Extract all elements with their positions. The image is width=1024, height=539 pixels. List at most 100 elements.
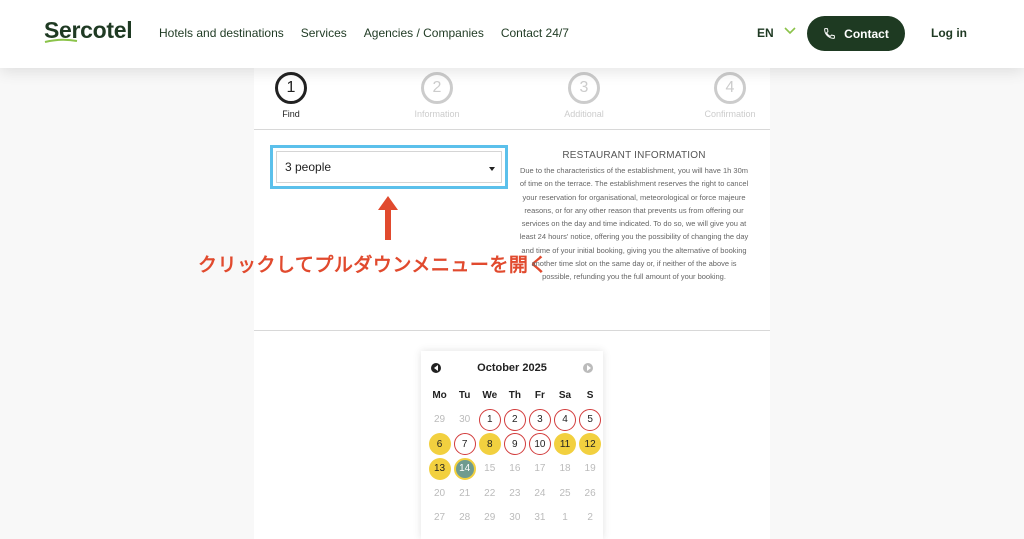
calendar-day-number: 11	[554, 433, 577, 456]
nav-contact-24-7[interactable]: Contact 24/7	[501, 26, 569, 40]
step-confirmation: 4 Confirmation	[695, 72, 765, 119]
calendar-day-number: 5	[579, 408, 602, 431]
calendar-header: October 2025	[427, 359, 597, 377]
calendar-day-number: 22	[484, 487, 496, 499]
calendar-day-number: 21	[459, 487, 471, 499]
calendar-day-number: 7	[453, 433, 476, 456]
step-number: 1	[275, 72, 307, 104]
contact-button[interactable]: Contact	[807, 16, 905, 51]
calendar-day: 19	[578, 457, 603, 482]
calendar-day: 20	[427, 481, 452, 506]
weekday-header: Sa	[558, 389, 572, 401]
calendar-day: 15	[477, 457, 502, 482]
calendar-day[interactable]: 7	[452, 432, 477, 457]
calendar-day[interactable]: 13	[427, 457, 452, 482]
step-additional: 3 Additional	[549, 72, 619, 119]
calendar-day-number: 14	[453, 457, 476, 480]
calendar-day: 17	[527, 457, 552, 482]
calendar-day-number: 27	[433, 512, 446, 524]
calendar-day: 18	[552, 457, 577, 482]
nav-services[interactable]: Services	[301, 26, 347, 40]
calendar-day[interactable]: 12	[578, 432, 603, 457]
login-link[interactable]: Log in	[931, 26, 967, 40]
calendar-day: 22	[477, 481, 502, 506]
calendar-day[interactable]: 9	[502, 432, 527, 457]
calendar-day[interactable]: 6	[427, 432, 452, 457]
calendar-day: 23	[502, 481, 527, 506]
calendar-day[interactable]: 14	[452, 457, 477, 482]
calendar-day-number: 1	[478, 408, 501, 431]
calendar-day-number: 15	[484, 463, 496, 475]
caret-down-icon	[489, 167, 495, 171]
weekday-header: Fr	[534, 389, 545, 401]
chevron-down-icon[interactable]	[784, 27, 796, 35]
calendar-day[interactable]: 3	[527, 408, 552, 433]
booking-panel: 1 Find 2 Information 3 Additional 4 Conf…	[198, 68, 770, 539]
calendar-day-number: 10	[528, 433, 551, 456]
calendar-day: 25	[552, 481, 577, 506]
calendar-day[interactable]: 4	[552, 408, 577, 433]
calendar-day-number: 25	[559, 487, 571, 499]
instruction-annotation: クリックしてプルダウンメニューを開く	[198, 255, 548, 276]
date-calendar: October 2025 Mo Tu We Th Fr Sa S 29 30 1 2 3 4 5 6 7 8 9 1…	[421, 351, 603, 539]
step-label: Additional	[564, 109, 604, 119]
calendar-day-number: 2	[503, 408, 526, 431]
site-header: Sercotel Hotels and destinations Service…	[0, 0, 1024, 68]
calendar-day[interactable]: 11	[552, 432, 577, 457]
calendar-day: 29	[427, 408, 452, 433]
prev-month-icon[interactable]	[431, 363, 441, 373]
calendar-day-number: 26	[584, 487, 596, 499]
step-label: Information	[414, 109, 460, 119]
calendar-day[interactable]: 1	[477, 408, 502, 433]
calendar-day-number: 4	[554, 408, 577, 431]
calendar-day: 21	[452, 481, 477, 506]
next-month-icon[interactable]	[583, 363, 593, 373]
calendar-day[interactable]: 2	[502, 408, 527, 433]
calendar-day: 16	[502, 457, 527, 482]
calendar-day[interactable]: 5	[578, 408, 603, 433]
booking-steps: 1 Find 2 Information 3 Additional 4 Conf…	[254, 68, 770, 130]
language-selector[interactable]: EN	[757, 26, 774, 40]
weekday-header: Th	[508, 389, 521, 401]
calendar-day-number: 31	[534, 512, 546, 524]
calendar-day: 2	[578, 506, 603, 531]
calendar-day[interactable]: 10	[527, 432, 552, 457]
divider	[254, 330, 770, 331]
calendar-day-number: 24	[534, 487, 546, 499]
calendar-day-number: 28	[459, 512, 471, 524]
calendar-day: 1	[552, 506, 577, 531]
nav-agencies-companies[interactable]: Agencies / Companies	[364, 26, 484, 40]
calendar-day: 26	[578, 481, 603, 506]
calendar-day: 30	[452, 408, 477, 433]
calendar-day: 27	[427, 506, 452, 531]
calendar-day-number: 29	[484, 512, 496, 524]
calendar-day[interactable]: 8	[477, 432, 502, 457]
calendar-day-number: 9	[503, 433, 526, 456]
restaurant-info-text: Due to the characteristics of the establ…	[519, 166, 749, 282]
calendar-day-number: 18	[559, 463, 571, 475]
calendar-day-number: 1	[562, 512, 568, 524]
step-label: Find	[282, 109, 300, 119]
main-nav: Hotels and destinations Services Agencie…	[159, 26, 569, 40]
calendar-month-label: October 2025	[477, 362, 547, 374]
calendar-day-number: 6	[428, 433, 451, 456]
calendar-grid: Mo Tu We Th Fr Sa S 29 30 1 2 3 4 5 6 7 8 9 10 11 12 13 14 15 16…	[427, 383, 602, 531]
arrow-up-icon	[378, 196, 398, 240]
calendar-day-number: 12	[579, 433, 602, 456]
phone-icon	[824, 28, 836, 39]
step-number: 2	[421, 72, 453, 104]
calendar-day-number: 30	[459, 414, 471, 426]
step-number: 3	[568, 72, 600, 104]
calendar-day-number: 17	[534, 463, 546, 475]
restaurant-info-title: RESTAURANT INFORMATION	[562, 150, 706, 161]
step-label: Confirmation	[704, 109, 756, 119]
calendar-day: 30	[502, 506, 527, 531]
calendar-day: 28	[452, 506, 477, 531]
calendar-day-number: 3	[528, 408, 551, 431]
calendar-day-number: 19	[584, 463, 596, 475]
calendar-day-number: 23	[509, 487, 521, 499]
nav-hotels-and-destinations[interactable]: Hotels and destinations	[159, 26, 284, 40]
step-number: 4	[714, 72, 746, 104]
people-select[interactable]: 3 people	[276, 151, 502, 183]
weekday-header: Tu	[458, 389, 471, 401]
